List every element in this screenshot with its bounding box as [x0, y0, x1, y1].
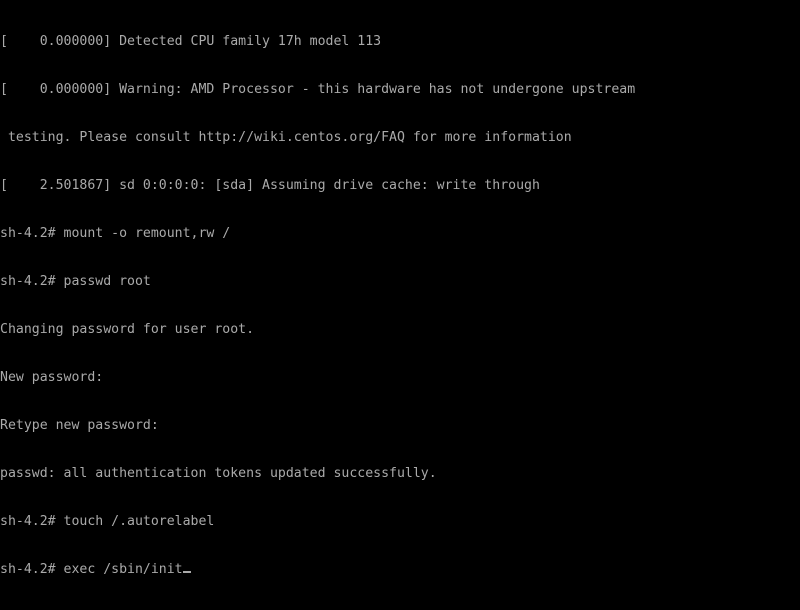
console-current-line: sh-4.2# exec /sbin/init — [0, 562, 800, 578]
console-output: [ 0.000000] Detected CPU family 17h mode… — [0, 0, 800, 610]
console-line: sh-4.2# touch /.autorelabel — [0, 514, 215, 529]
console-line: New password: — [0, 370, 104, 385]
console-line: sh-4.2# passwd root — [0, 274, 151, 289]
console-command-text: sh-4.2# exec /sbin/init — [0, 562, 183, 577]
console-line: passwd: all authentication tokens update… — [0, 466, 437, 481]
console-line: [ 0.000000] Detected CPU family 17h mode… — [0, 34, 382, 49]
console-line: Retype new password: — [0, 418, 159, 433]
console-line: testing. Please consult http://wiki.cent… — [0, 130, 572, 145]
console-line: [ 2.501867] sd 0:0:0:0: [sda] Assuming d… — [0, 178, 540, 193]
text-cursor — [182, 571, 191, 573]
console-line: [ 0.000000] Warning: AMD Processor - thi… — [0, 82, 636, 97]
console-screen[interactable]: [ 0.000000] Detected CPU family 17h mode… — [0, 0, 800, 600]
console-line: sh-4.2# mount -o remount,rw / — [0, 226, 231, 241]
console-line: Changing password for user root. — [0, 322, 255, 337]
